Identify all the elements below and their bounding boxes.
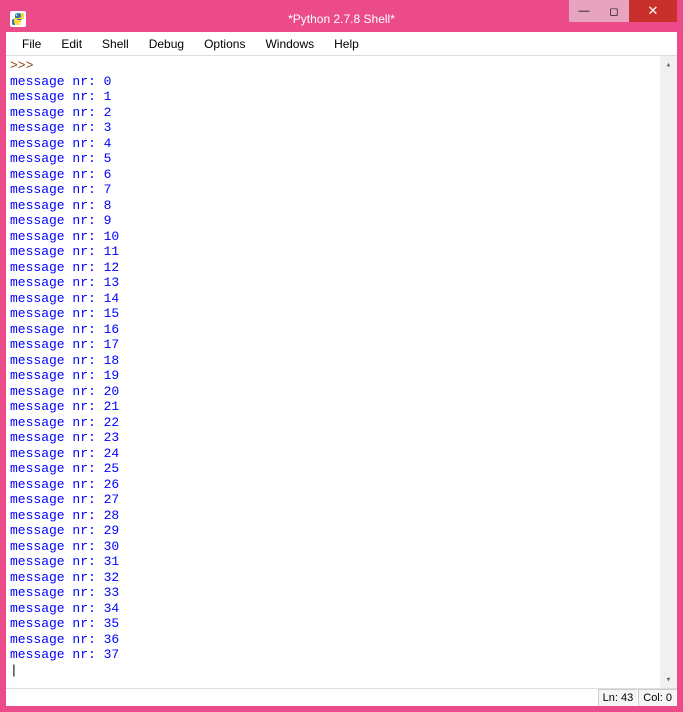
shell-output-line: message nr: 1 [10,89,111,104]
status-col: Col: 0 [638,689,677,706]
shell-output-line: message nr: 17 [10,337,119,352]
shell-output-line: message nr: 9 [10,213,111,228]
shell-output-line: message nr: 7 [10,182,111,197]
shell-output-line: message nr: 8 [10,198,111,213]
shell-output-line: message nr: 25 [10,461,119,476]
shell-output-line: message nr: 24 [10,446,119,461]
scroll-down-arrow-icon[interactable]: ▾ [660,671,677,688]
shell-output-line: message nr: 19 [10,368,119,383]
shell-output-line: message nr: 30 [10,539,119,554]
menu-file[interactable]: File [12,34,51,54]
shell-prompt: >>> [10,58,41,73]
shell-output-line: message nr: 27 [10,492,119,507]
shell-text-area[interactable]: >>> message nr: 0 message nr: 1 message … [6,56,660,688]
shell-output-line: message nr: 29 [10,523,119,538]
shell-output-line: message nr: 5 [10,151,111,166]
menu-windows[interactable]: Windows [255,34,324,54]
shell-output-line: message nr: 11 [10,244,119,259]
shell-output-line: message nr: 26 [10,477,119,492]
shell-output-line: message nr: 31 [10,554,119,569]
menu-options[interactable]: Options [194,34,255,54]
menu-debug[interactable]: Debug [139,34,194,54]
shell-output-line: message nr: 20 [10,384,119,399]
shell-output-line: message nr: 32 [10,570,119,585]
minimize-button[interactable]: — [569,0,599,22]
status-line: Ln: 43 [598,689,639,706]
python-idle-icon [10,11,26,27]
app-window: *Python 2.7.8 Shell* — ◻ ✕ File Edit She… [0,0,683,712]
vertical-scrollbar[interactable]: ▴ ▾ [660,56,677,688]
shell-output-line: message nr: 28 [10,508,119,523]
shell-output-line: message nr: 6 [10,167,111,182]
shell-output-line: message nr: 37 [10,647,119,662]
shell-cursor: | [10,663,18,678]
shell-output-line: message nr: 4 [10,136,111,151]
shell-output-line: message nr: 18 [10,353,119,368]
shell-output-line: message nr: 3 [10,120,111,135]
scroll-up-arrow-icon[interactable]: ▴ [660,56,677,73]
menu-edit[interactable]: Edit [51,34,92,54]
shell-output-line: message nr: 34 [10,601,119,616]
shell-output-line: message nr: 2 [10,105,111,120]
shell-output-line: message nr: 23 [10,430,119,445]
shell-output-line: message nr: 36 [10,632,119,647]
window-title: *Python 2.7.8 Shell* [288,12,395,26]
shell-output-line: message nr: 35 [10,616,119,631]
shell-output-line: message nr: 14 [10,291,119,306]
menubar: File Edit Shell Debug Options Windows He… [6,32,677,56]
titlebar[interactable]: *Python 2.7.8 Shell* — ◻ ✕ [6,6,677,32]
close-button[interactable]: ✕ [629,0,677,22]
shell-output-line: message nr: 21 [10,399,119,414]
menu-help[interactable]: Help [324,34,369,54]
statusbar: Ln: 43 Col: 0 [6,688,677,706]
shell-output-line: message nr: 10 [10,229,119,244]
maximize-button[interactable]: ◻ [599,0,629,22]
content-area: >>> message nr: 0 message nr: 1 message … [6,56,677,688]
scroll-track[interactable] [660,73,677,671]
shell-output-line: message nr: 15 [10,306,119,321]
shell-output-line: message nr: 13 [10,275,119,290]
shell-output-line: message nr: 16 [10,322,119,337]
menu-shell[interactable]: Shell [92,34,139,54]
window-controls: — ◻ ✕ [569,0,677,22]
shell-output-line: message nr: 33 [10,585,119,600]
shell-output-line: message nr: 0 [10,74,111,89]
shell-output-line: message nr: 12 [10,260,119,275]
shell-output-line: message nr: 22 [10,415,119,430]
